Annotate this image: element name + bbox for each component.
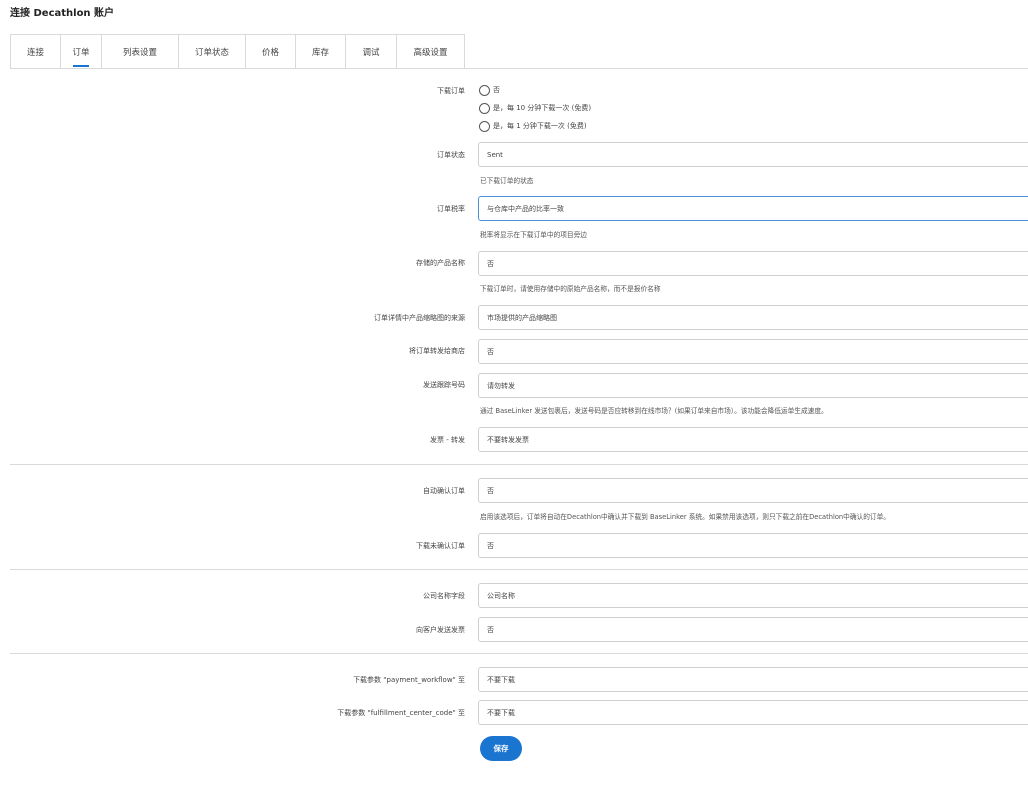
tracking-number-help: 通过 BaseLinker 发送包裹后，发送号码是否应转移到在线市场？(如果订单… <box>480 407 828 415</box>
tab-advanced-settings[interactable]: 高级设置 <box>397 34 465 69</box>
thumbnail-source-select[interactable]: 市场提供的产品缩略图 <box>478 305 1028 330</box>
stored-product-name-select[interactable]: 否 <box>478 251 1028 276</box>
order-status-select[interactable]: Sent <box>478 142 1028 167</box>
stored-product-name-label: 存储的产品名称 <box>416 259 465 267</box>
auto-confirm-label: 自动确认订单 <box>423 487 465 495</box>
invoice-forward-select[interactable]: 不要转发发票 <box>478 427 1028 452</box>
order-tax-select[interactable]: 与仓库中产品的比率一致 <box>478 196 1028 221</box>
stored-product-name-help: 下载订单时，请使用存储中的原始产品名称，而不是报价名称 <box>480 285 661 293</box>
param-fulfillment-label: 下载参数 "fulfillment_center_code" 至 <box>337 709 465 717</box>
param-payment-workflow-select[interactable]: 不要下载 <box>478 667 1028 692</box>
tab-order-status[interactable]: 订单状态 <box>179 34 246 69</box>
forward-to-shop-select[interactable]: 否 <box>478 339 1028 364</box>
tab-bar: 连接 订单 列表设置 订单状态 价格 库存 调试 高级设置 <box>10 34 465 69</box>
auto-confirm-select[interactable]: 否 <box>478 478 1028 503</box>
tab-prices[interactable]: 价格 <box>246 34 296 69</box>
page-title: 连接 Decathlon 账户 <box>10 8 115 19</box>
download-orders-label: 下载订单 <box>437 87 465 95</box>
order-tax-label: 订单税率 <box>437 205 465 213</box>
radio-option-10min[interactable]: 是，每 10 分钟下载一次 (免费) <box>479 102 591 114</box>
radio-icon[interactable] <box>479 84 490 96</box>
radio-option-label: 是，每 1 分钟下载一次 (免费) <box>493 122 587 130</box>
radio-option-1min[interactable]: 是，每 1 分钟下载一次 (免费) <box>479 120 587 132</box>
company-field-label: 公司名称字段 <box>423 592 465 600</box>
order-status-help: 已下载订单的状态 <box>480 177 534 185</box>
tab-stock[interactable]: 库存 <box>296 34 346 69</box>
tracking-number-label: 发送跟踪号码 <box>423 381 465 389</box>
send-invoice-customer-select[interactable]: 否 <box>478 617 1028 642</box>
order-tax-help: 税率将显示在下载订单中的项目旁边 <box>480 231 587 239</box>
download-unconfirmed-select[interactable]: 否 <box>478 533 1028 558</box>
tab-debug[interactable]: 调试 <box>346 34 397 69</box>
company-field-select[interactable]: 公司名称 <box>478 583 1028 608</box>
invoice-forward-label: 发票 - 转发 <box>430 436 465 444</box>
send-invoice-customer-label: 向客户发送发票 <box>416 626 465 634</box>
tab-list-settings[interactable]: 列表设置 <box>102 34 179 69</box>
radio-option-no[interactable]: 否 <box>479 84 500 96</box>
radio-option-label: 是，每 10 分钟下载一次 (免费) <box>493 104 592 112</box>
tab-connection[interactable]: 连接 <box>11 34 61 69</box>
radio-icon[interactable] <box>479 102 490 114</box>
param-fulfillment-select[interactable]: 不要下载 <box>478 700 1028 725</box>
save-button[interactable]: 保存 <box>480 736 522 761</box>
tracking-number-select[interactable]: 请勿转发 <box>478 373 1028 398</box>
param-payment-workflow-label: 下载参数 "payment_workflow" 至 <box>353 676 465 684</box>
radio-icon[interactable] <box>479 120 490 132</box>
section-divider <box>10 464 1028 465</box>
section-divider <box>10 653 1028 654</box>
tab-orders[interactable]: 订单 <box>61 34 102 69</box>
forward-to-shop-label: 将订单转发给商店 <box>409 347 465 355</box>
thumbnail-source-label: 订单详情中产品缩略图的来源 <box>374 314 465 322</box>
radio-option-label: 否 <box>493 86 500 94</box>
section-divider <box>10 569 1028 570</box>
download-unconfirmed-label: 下载未确认订单 <box>416 542 465 550</box>
order-status-label: 订单状态 <box>437 151 465 159</box>
tabs-divider <box>10 68 1028 69</box>
auto-confirm-help: 启用该选项后，订单将自动在Decathlon中确认并下载到 BaseLinker… <box>480 513 890 521</box>
